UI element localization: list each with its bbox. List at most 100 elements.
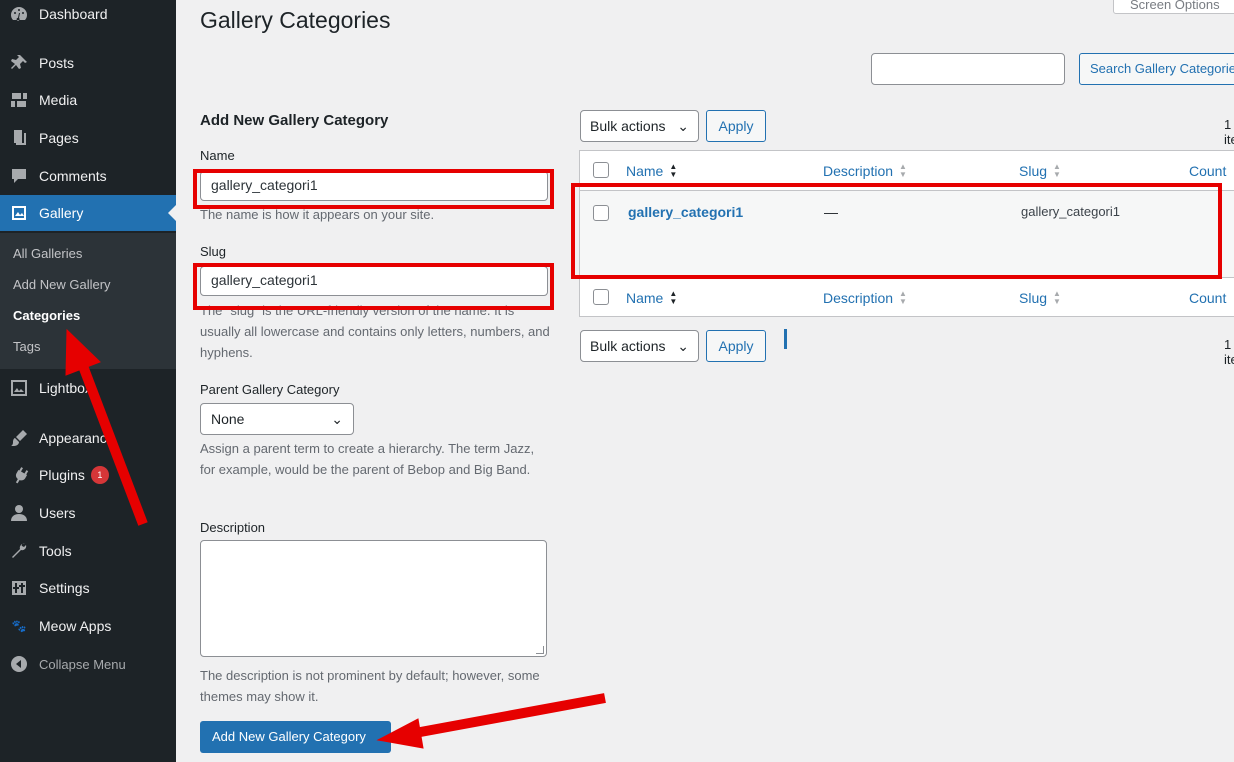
page-title: Gallery Categories — [200, 7, 391, 33]
menu-comments[interactable]: Comments — [0, 158, 176, 194]
sort-icon: ▲ ▼ — [1053, 289, 1061, 306]
column-label: Slug — [1019, 163, 1048, 179]
submenu-tags[interactable]: Tags — [13, 339, 40, 354]
column-label: Slug — [1019, 290, 1048, 306]
dashboard-icon — [9, 4, 29, 24]
gallery-submenu: All Galleries Add New Gallery Categories… — [0, 233, 176, 369]
sort-icon: ▲ ▼ — [899, 162, 907, 179]
item-count-top: 1 item — [1224, 117, 1234, 147]
menu-gallery[interactable]: Gallery — [0, 195, 176, 231]
menu-pages[interactable]: Pages — [0, 120, 176, 156]
resize-handle-icon[interactable] — [536, 646, 544, 654]
chevron-down-icon: ⌄ — [677, 117, 689, 134]
gallery-icon — [9, 203, 29, 223]
menu-media[interactable]: Media — [0, 82, 176, 118]
comment-icon — [9, 166, 29, 186]
column-label: Name — [626, 290, 664, 306]
sort-icon: ▲ ▼ — [669, 162, 678, 179]
submenu-add-new-gallery[interactable]: Add New Gallery — [13, 277, 111, 292]
parent-label: Parent Gallery Category — [200, 382, 340, 397]
admin-sidebar: Dashboard Posts Media Pages Comments Gal… — [0, 0, 176, 762]
pushpin-icon — [9, 53, 29, 73]
column-slug-header[interactable]: Slug ▲ ▼ — [1019, 162, 1061, 180]
select-all-checkbox[interactable] — [593, 162, 609, 178]
menu-collapse[interactable]: Collapse Menu — [0, 646, 176, 682]
bulk-actions-label: Bulk actions — [590, 118, 666, 134]
menu-users[interactable]: Users — [0, 495, 176, 531]
submenu-all-galleries[interactable]: All Galleries — [13, 246, 82, 261]
name-label: Name — [200, 148, 235, 163]
user-icon — [9, 503, 29, 523]
menu-label: Tools — [39, 543, 72, 559]
update-count-badge: 1 — [90, 466, 109, 484]
meow-icon: 🐾 — [11, 619, 27, 633]
menu-label: Plugins — [39, 467, 85, 483]
column-label: Description — [823, 290, 894, 306]
column-label: Name — [626, 163, 664, 179]
plugin-icon — [9, 465, 29, 485]
parent-help-text: Assign a parent term to create a hierarc… — [200, 441, 535, 477]
menu-posts[interactable]: Posts — [0, 45, 176, 81]
sort-icon: ▲ ▼ — [669, 289, 678, 306]
menu-label: Lightbox — [39, 380, 92, 396]
menu-label: Settings — [39, 580, 90, 596]
menu-label: Meow Apps — [39, 618, 112, 634]
column-name-header[interactable]: Name ▲ ▼ — [626, 162, 678, 180]
menu-label: Posts — [39, 55, 75, 71]
screen-options-button[interactable]: Screen Options — [1113, 0, 1234, 14]
wrench-icon — [9, 541, 29, 561]
menu-tools[interactable]: Tools — [0, 533, 176, 569]
menu-label: Collapse Menu — [39, 656, 126, 672]
table-footer: Name ▲ ▼ Description ▲ ▼ Slug ▲ ▼ Count — [580, 277, 1234, 317]
sort-icon: ▲ ▼ — [1053, 162, 1061, 179]
paintbrush-icon — [9, 428, 29, 448]
slug-label: Slug — [200, 244, 227, 259]
menu-settings[interactable]: Settings — [0, 570, 176, 606]
media-icon — [9, 90, 29, 110]
description-textarea[interactable] — [200, 540, 547, 657]
search-input[interactable] — [871, 53, 1065, 85]
column-description-header[interactable]: Description ▲ ▼ — [823, 162, 907, 180]
menu-meow-apps[interactable]: 🐾 Meow Apps — [0, 608, 176, 644]
menu-label: Media — [39, 92, 78, 108]
column-name-footer[interactable]: Name ▲ ▼ — [626, 289, 678, 307]
submenu-categories[interactable]: Categories — [13, 308, 80, 323]
column-count-footer[interactable]: Count — [1189, 290, 1226, 306]
menu-plugins[interactable]: Plugins 1 — [0, 457, 176, 493]
menu-dashboard[interactable]: Dashboard — [0, 0, 176, 32]
select-all-checkbox-footer[interactable] — [593, 289, 609, 305]
chevron-down-icon: ⌄ — [331, 410, 343, 427]
annotation-box-row — [571, 183, 1222, 279]
annotation-box-name — [193, 169, 554, 209]
column-slug-footer[interactable]: Slug ▲ ▼ — [1019, 289, 1061, 307]
item-count-bottom: 1 item — [1224, 337, 1234, 367]
add-category-button[interactable]: Add New Gallery Category — [200, 721, 391, 753]
apply-button-bottom[interactable]: Apply — [706, 330, 766, 362]
column-description-footer[interactable]: Description ▲ ▼ — [823, 290, 907, 307]
settings-icon — [9, 578, 29, 598]
column-label: Description — [823, 163, 894, 179]
menu-lightbox[interactable]: Lightbox — [0, 370, 176, 406]
annotation-box-slug — [193, 263, 554, 310]
menu-label: Users — [39, 505, 76, 521]
menu-appearance[interactable]: Appearance — [0, 420, 176, 456]
column-label: Count — [1189, 163, 1227, 179]
parent-select-value: None — [211, 411, 245, 427]
bulk-actions-label: Bulk actions — [590, 338, 666, 354]
parent-category-select[interactable]: None ⌄ — [200, 403, 354, 435]
pages-icon — [9, 128, 29, 148]
focus-marker — [784, 329, 787, 349]
column-label: Count — [1189, 290, 1227, 306]
lightbox-icon — [9, 378, 29, 398]
menu-label: Comments — [39, 168, 107, 184]
chevron-down-icon: ⌄ — [677, 337, 689, 354]
apply-button-top[interactable]: Apply — [706, 110, 766, 142]
bulk-actions-select-bottom[interactable]: Bulk actions ⌄ — [580, 330, 699, 362]
search-button[interactable]: Search Gallery Categories — [1079, 53, 1234, 85]
column-count-header[interactable]: Count — [1189, 163, 1226, 179]
bulk-actions-select-top[interactable]: Bulk actions ⌄ — [580, 110, 699, 142]
menu-label: Gallery — [39, 205, 84, 221]
form-heading: Add New Gallery Category — [200, 112, 389, 129]
menu-label: Dashboard — [39, 6, 108, 22]
description-label: Description — [200, 520, 266, 535]
